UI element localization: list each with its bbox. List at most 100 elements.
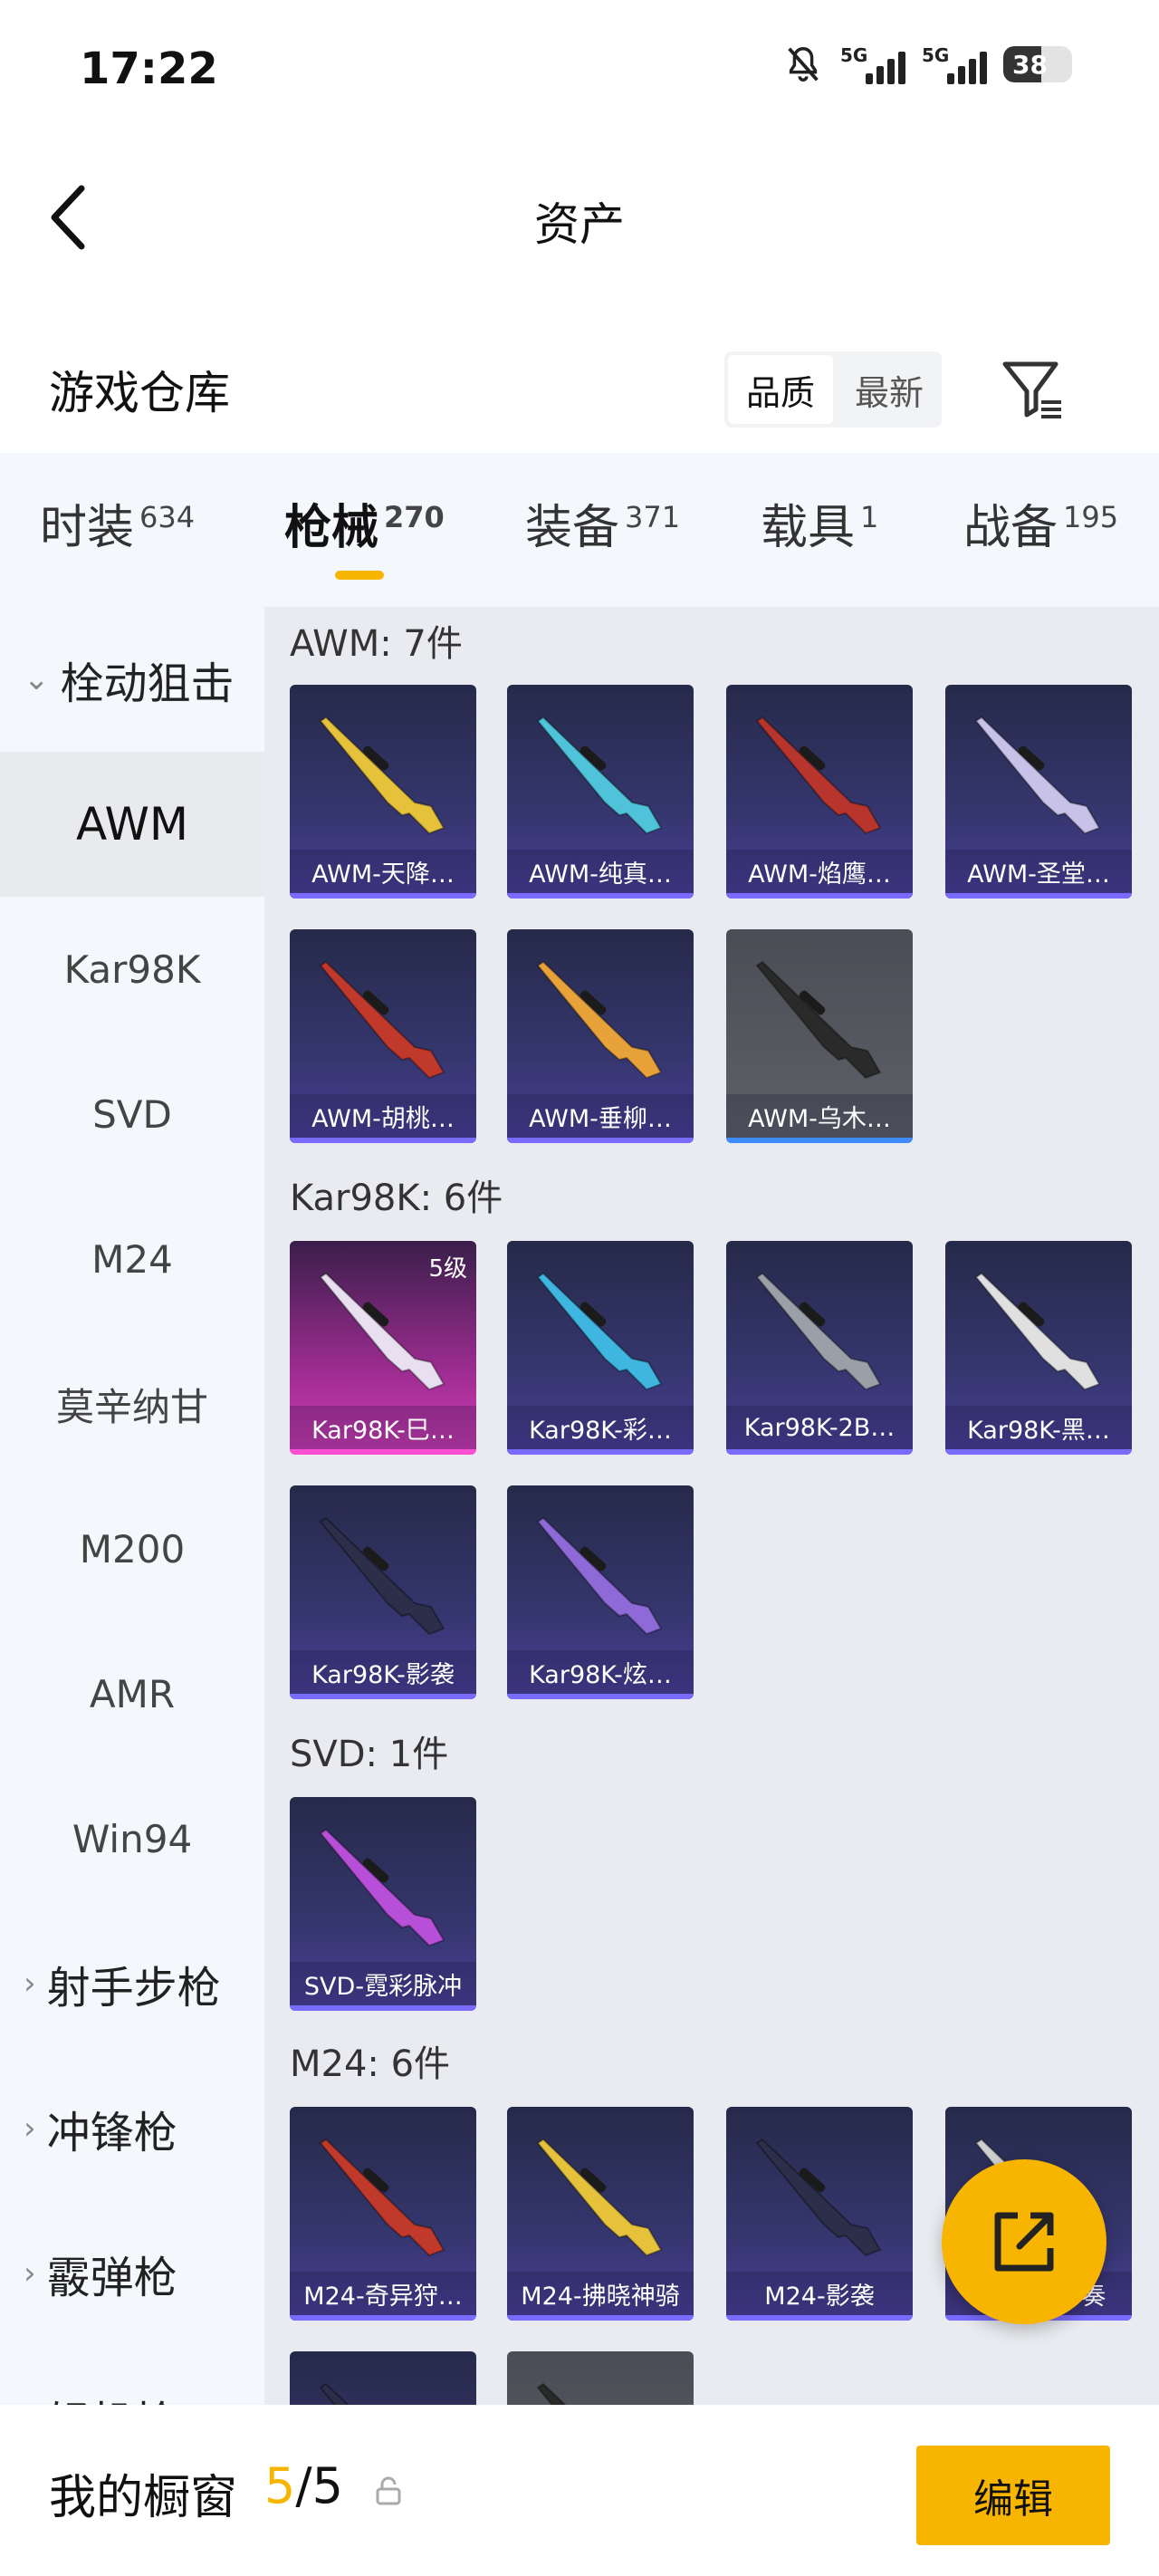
weapon-card[interactable]: M24-拂晓神骑 [507, 2107, 694, 2321]
group-header: Kar98K: 6件 [290, 1177, 503, 1219]
weapon-card[interactable]: AWM-纯真… [507, 685, 694, 899]
weapon-card[interactable]: AWM-圣堂… [945, 685, 1132, 899]
rarity-bar [726, 1138, 913, 1143]
rifle-icon [536, 960, 663, 1080]
rarity-bar [290, 2005, 476, 2011]
sidebar-item-label: AMR [89, 1671, 176, 1716]
category-tabs: 时装 634 枪械 270 装备 371 载具 1 战备 195 [0, 453, 1159, 607]
sidebar-item[interactable]: M200 [0, 1476, 264, 1621]
weapon-name: AWM-垂柳… [507, 1094, 694, 1138]
rarity-bar [507, 2315, 694, 2321]
sidebar-item[interactable]: Win94 [0, 1766, 264, 1911]
rifle-icon [319, 960, 445, 1080]
showcase-count: 5/5 [264, 2457, 343, 2514]
rifle-icon [319, 716, 445, 835]
sidebar-item-label: M24 [91, 1236, 173, 1282]
rarity-bar [290, 1694, 476, 1699]
weapon-name: AWM-圣堂… [945, 850, 1132, 893]
weapon-card[interactable]: AWM-天降… [290, 685, 476, 899]
sort-toggle: 品质 最新 [724, 351, 942, 428]
weapon-name: AWM-乌木… [726, 1094, 913, 1138]
weapon-sidebar: ⌄ 栓动狙击 AWM Kar98K SVD M24 莫辛纳甘 M200 AMR Win94 › 射手步… [0, 607, 264, 2405]
rarity-bar [726, 1449, 913, 1455]
signal-5g-icon: 5G [840, 44, 905, 84]
weapon-card[interactable]: M24-奇异狩… [290, 2107, 476, 2321]
weapon-grid: AWM: 7件 AWM-天降… AWM-纯真… AWM-焰鹰… AWM-圣堂… AWM-胡… [264, 607, 1159, 2405]
weapon-card[interactable]: Kar98K-彩… [507, 1241, 694, 1455]
rifle-icon [319, 1272, 445, 1391]
rifle-icon [755, 2138, 882, 2257]
app-header: 资产 [0, 136, 1159, 299]
rarity-bar [507, 1138, 694, 1143]
bell-muted-icon [788, 47, 819, 82]
section-title: 游戏仓库 [49, 367, 230, 419]
edit-button[interactable]: 编辑 [916, 2446, 1110, 2545]
weapon-name: M24-拂晓神骑 [507, 2272, 694, 2315]
rifle-icon [755, 960, 882, 1080]
lock-icon [376, 2476, 401, 2505]
weapon-card[interactable] [290, 2351, 476, 2405]
weapon-card[interactable]: Kar98K-影袭 [290, 1485, 476, 1699]
sort-quality-button[interactable]: 品质 [728, 355, 833, 424]
tab-firearms[interactable]: 枪械 270 [284, 489, 445, 580]
level-badge: 5级 [428, 1255, 467, 1283]
bottom-bar: 我的橱窗 5/5 编辑 [0, 2405, 1159, 2576]
sidebar-group[interactable]: ›轻机枪 [0, 2346, 264, 2405]
weapon-name: AWM-焰鹰… [726, 850, 913, 893]
rifle-icon [536, 2138, 663, 2257]
tab-fashion[interactable]: 时装 634 [40, 489, 195, 557]
weapon-card[interactable] [507, 2351, 694, 2405]
weapon-card[interactable]: Kar98K-2B… [726, 1241, 913, 1455]
weapon-name: Kar98K-巳… [290, 1406, 476, 1449]
tab-equipment[interactable]: 装备 371 [525, 489, 680, 557]
weapon-name: M24-影袭 [726, 2272, 913, 2315]
rarity-bar [507, 1694, 694, 1699]
rifle-icon [974, 1272, 1101, 1391]
sidebar-group[interactable]: ⌄ 栓动狙击 [0, 607, 264, 752]
weapon-card[interactable]: AWM-垂柳… [507, 929, 694, 1143]
sidebar-item[interactable]: 莫辛纳甘 [0, 1331, 264, 1476]
rifle-icon [319, 2138, 445, 2257]
weapon-card[interactable]: Kar98K-黑… [945, 1241, 1132, 1455]
weapon-card[interactable]: AWM-胡桃… [290, 929, 476, 1143]
status-icons: 5G 5G 38 [782, 43, 1072, 85]
weapon-card[interactable]: AWM-乌木… [726, 929, 913, 1143]
weapon-name: AWM-纯真… [507, 850, 694, 893]
weapon-name: M24-奇异狩… [290, 2272, 476, 2315]
weapon-card[interactable]: AWM-焰鹰… [726, 685, 913, 899]
sidebar-group[interactable]: › 射手步枪 [0, 1911, 264, 2056]
rifle-icon [536, 2382, 567, 2405]
signal-5g-icon: 5G [922, 44, 987, 84]
sort-newest-button[interactable]: 最新 [837, 351, 942, 428]
rifle-icon [755, 716, 882, 835]
sidebar-group[interactable]: › 冲锋枪 [0, 2056, 264, 2201]
sidebar-item-label: 栓动狙击 [60, 658, 235, 709]
tab-vehicles[interactable]: 载具 1 [761, 489, 878, 557]
weapon-name: Kar98K-影袭 [290, 1650, 476, 1694]
sidebar-item[interactable]: Kar98K [0, 897, 264, 1042]
weapon-card[interactable]: 5级 Kar98K-巳… [290, 1241, 476, 1455]
filter-icon [1002, 361, 1061, 418]
filter-button[interactable] [996, 353, 1068, 426]
rifle-icon [319, 1516, 445, 1636]
sidebar-item-label: 霰弹枪 [46, 2253, 177, 2303]
sidebar-group[interactable]: › 霰弹枪 [0, 2201, 264, 2346]
sidebar-item[interactable]: SVD [0, 1042, 264, 1187]
weapon-card[interactable]: Kar98K-炫… [507, 1485, 694, 1699]
weapon-name: Kar98K-2B… [726, 1406, 913, 1449]
rarity-bar [290, 1138, 476, 1143]
sidebar-item[interactable]: M24 [0, 1187, 264, 1331]
weapon-card[interactable]: M24-影袭 [726, 2107, 913, 2321]
rifle-icon [536, 1516, 663, 1636]
rarity-bar [945, 893, 1132, 899]
active-tab-indicator [335, 571, 384, 580]
sidebar-item[interactable]: AWM [0, 752, 264, 897]
sidebar-item[interactable]: AMR [0, 1621, 264, 1766]
tab-combat-gear[interactable]: 战备 195 [963, 489, 1118, 557]
sidebar-item-label: M200 [79, 1526, 186, 1572]
share-fab-button[interactable] [942, 2159, 1106, 2324]
group-header: SVD: 1件 [290, 1734, 449, 1775]
chevron-right-icon: › [24, 2255, 36, 2292]
weapon-name: SVD-霓彩脉冲 [290, 1962, 476, 2005]
weapon-card[interactable]: SVD-霓彩脉冲 [290, 1797, 476, 2011]
